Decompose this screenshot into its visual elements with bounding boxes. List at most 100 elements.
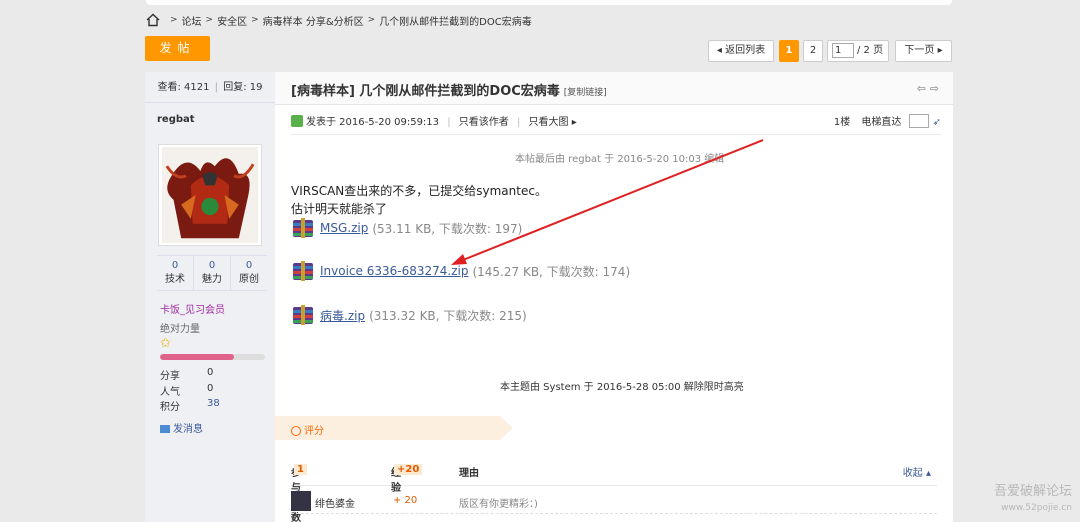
stat-label: 人气 — [160, 387, 180, 398]
counter-original[interactable]: 0 原创 — [230, 256, 267, 290]
post-line: VIRSCAN查出来的不多，已提交给symantec。 — [291, 184, 547, 198]
stat-value: 38 — [207, 398, 220, 409]
post-meta: 发表于 2016-5-20 09:59:13 | 只看该作者 | 只看大图 ▸ … — [291, 113, 941, 135]
author-name[interactable]: regbat — [145, 103, 275, 125]
counter-label: 技术 — [165, 274, 185, 285]
rating-header: 参与人数1 经验+20 理由 收起 ▴ — [291, 464, 937, 522]
star-icon: ✩ — [160, 336, 171, 351]
stat-points: 积分 38 — [160, 398, 220, 413]
counter-charm[interactable]: 0 魅力 — [193, 256, 230, 290]
thread-stats: 查看: 4121 | 回复: 19 — [145, 72, 275, 103]
rating-label-text: 评分 — [304, 426, 324, 437]
rar-archive-icon — [293, 261, 313, 281]
rating-label: 评分 — [291, 422, 324, 437]
breadcrumb-security[interactable]: 安全区 — [217, 13, 247, 28]
meta-divider: | — [516, 117, 521, 128]
stat-value: 0 — [207, 367, 214, 378]
stat-label: 分享 — [160, 371, 180, 382]
breadcrumb-forum[interactable]: 论坛 — [182, 13, 202, 28]
chevron-right-icon: > — [205, 15, 214, 25]
participants-badge: 1 — [294, 464, 307, 475]
post-floor-tools: 1楼 电梯直达 ➶ — [834, 113, 941, 128]
watermark-url: www.52pojie.cn — [1001, 503, 1072, 513]
avatar-image — [162, 147, 258, 243]
attachment-link[interactable]: 病毒.zip — [320, 307, 365, 324]
top-bar — [146, 0, 952, 5]
stat-value: 0 — [207, 383, 214, 394]
online-status-icon — [291, 115, 303, 127]
thread-panel: 查看: 4121 | 回复: 19 regbat 0 技术 0 魅力 0 原创 … — [145, 72, 953, 522]
attachment-item: Invoice 6336-683274.zip (145.27 KB, 下载次数… — [291, 260, 630, 282]
post-line: 估计明天就能杀了 — [291, 202, 388, 216]
new-post-button[interactable]: 发帖 — [145, 36, 210, 61]
envelope-icon — [160, 425, 170, 433]
rating-row: 绯色婆金 + 20 版区有你更精彩：) — [291, 488, 937, 514]
back-to-list-button[interactable]: ◂ 返回列表 — [708, 40, 774, 62]
home-icon[interactable] — [146, 13, 160, 27]
page-total: / 2 页 — [857, 45, 884, 56]
breadcrumb: > 论坛 > 安全区 > 病毒样本 分享&分析区 > 几个刚从邮件拦截到的DOC… — [146, 12, 532, 28]
thread-title: [病毒样本] 几个刚从邮件拦截到的DOC宏病毒 — [291, 84, 560, 99]
counter-value: 0 — [208, 260, 216, 271]
counter-label: 原创 — [239, 274, 259, 285]
counter-label: 魅力 — [202, 274, 222, 285]
only-images-link[interactable]: 只看大图 ▸ — [529, 117, 577, 128]
rater-avatar[interactable] — [291, 491, 311, 511]
counter-value: 0 — [245, 260, 253, 271]
jump-label: 电梯直达 — [861, 117, 902, 128]
avatar[interactable] — [158, 144, 262, 246]
next-page-button[interactable]: 下一页 ▸ — [895, 40, 952, 62]
post-time: 发表于 2016-5-20 09:59:13 — [306, 117, 440, 128]
page-jump-input[interactable]: 1 — [832, 43, 854, 58]
page-2-button[interactable]: 2 — [803, 40, 823, 62]
user-counters: 0 技术 0 魅力 0 原创 — [157, 255, 267, 291]
chevron-right-icon: > — [251, 15, 259, 25]
stat-label: 积分 — [160, 402, 180, 413]
floor-jump-input[interactable] — [908, 114, 929, 128]
watermark-name: 吾爱破解论坛 — [993, 484, 1072, 499]
edit-note: 本帖最后由 regbat 于 2016-5-20 10:03 编辑 — [515, 154, 725, 165]
copy-link[interactable]: [复制链接] — [564, 88, 607, 98]
rater-name[interactable]: 绯色婆金 — [315, 495, 355, 510]
author-sidebar: 查看: 4121 | 回复: 19 regbat 0 技术 0 魅力 0 原创 … — [145, 72, 275, 522]
level-progress-bar — [160, 354, 265, 360]
breadcrumb-thread[interactable]: 几个刚从邮件拦截到的DOC宏病毒 — [379, 13, 532, 28]
user-group[interactable]: 卡饭_见习会员 — [160, 301, 225, 316]
meta-divider: | — [447, 117, 451, 128]
send-message-link[interactable]: 发消息 — [160, 420, 203, 435]
jump-go-icon[interactable]: ➶ — [933, 117, 941, 128]
prev-next-thread-icon[interactable]: ⇦ ⇨ — [917, 82, 939, 95]
counter-tech[interactable]: 0 技术 — [157, 256, 193, 290]
attachment-info: (53.11 KB, 下载次数: 197) — [372, 221, 523, 236]
watermark: 吾爱破解论坛 www.52pojie.cn — [994, 484, 1072, 516]
chevron-right-icon: > — [367, 15, 376, 25]
floor-number: 1楼 — [833, 117, 851, 128]
rater-reason: 版区有你更精彩：) — [459, 499, 538, 510]
attachment-link[interactable]: Invoice 6336-683274.zip — [320, 264, 468, 278]
replies-count: 19 — [249, 82, 263, 93]
attachment-item: MSG.zip (53.11 KB, 下载次数: 197) — [291, 217, 522, 239]
only-author-link[interactable]: 只看该作者 — [459, 117, 509, 128]
breadcrumb-virus-samples[interactable]: 病毒样本 分享&分析区 — [263, 13, 364, 28]
circle-icon — [291, 426, 301, 436]
stat-popularity: 人气 0 — [160, 383, 213, 398]
views-count: 4121 — [184, 82, 210, 93]
chevron-right-icon: > — [170, 15, 178, 25]
views-label: 查看: — [157, 82, 181, 93]
level-progress-fill — [160, 354, 234, 360]
thread-title-bar: [病毒样本] 几个刚从邮件拦截到的DOC宏病毒 [复制链接] ⇦ ⇨ — [275, 72, 953, 105]
send-message-label: 发消息 — [173, 424, 203, 435]
stats-divider: | — [214, 82, 219, 93]
rater-exp: + 20 — [393, 495, 418, 506]
attachment-info: (145.27 KB, 下载次数: 174) — [472, 264, 631, 279]
reason-header: 理由 — [459, 468, 479, 479]
rar-archive-icon — [293, 218, 313, 238]
page-1-button[interactable]: 1 — [779, 40, 799, 62]
counter-value: 0 — [171, 260, 179, 271]
moderation-note: 本主题由 System 于 2016-5-28 05:00 解除限时高亮 — [500, 382, 744, 393]
post-body: VIRSCAN查出来的不多，已提交给symantec。 估计明天就能杀了 — [291, 182, 547, 218]
attachment-info: (313.32 KB, 下载次数: 215) — [369, 308, 527, 323]
attachment-link[interactable]: MSG.zip — [320, 221, 368, 235]
collapse-link[interactable]: 收起 ▴ — [903, 464, 931, 479]
exp-badge: +20 — [394, 464, 423, 475]
